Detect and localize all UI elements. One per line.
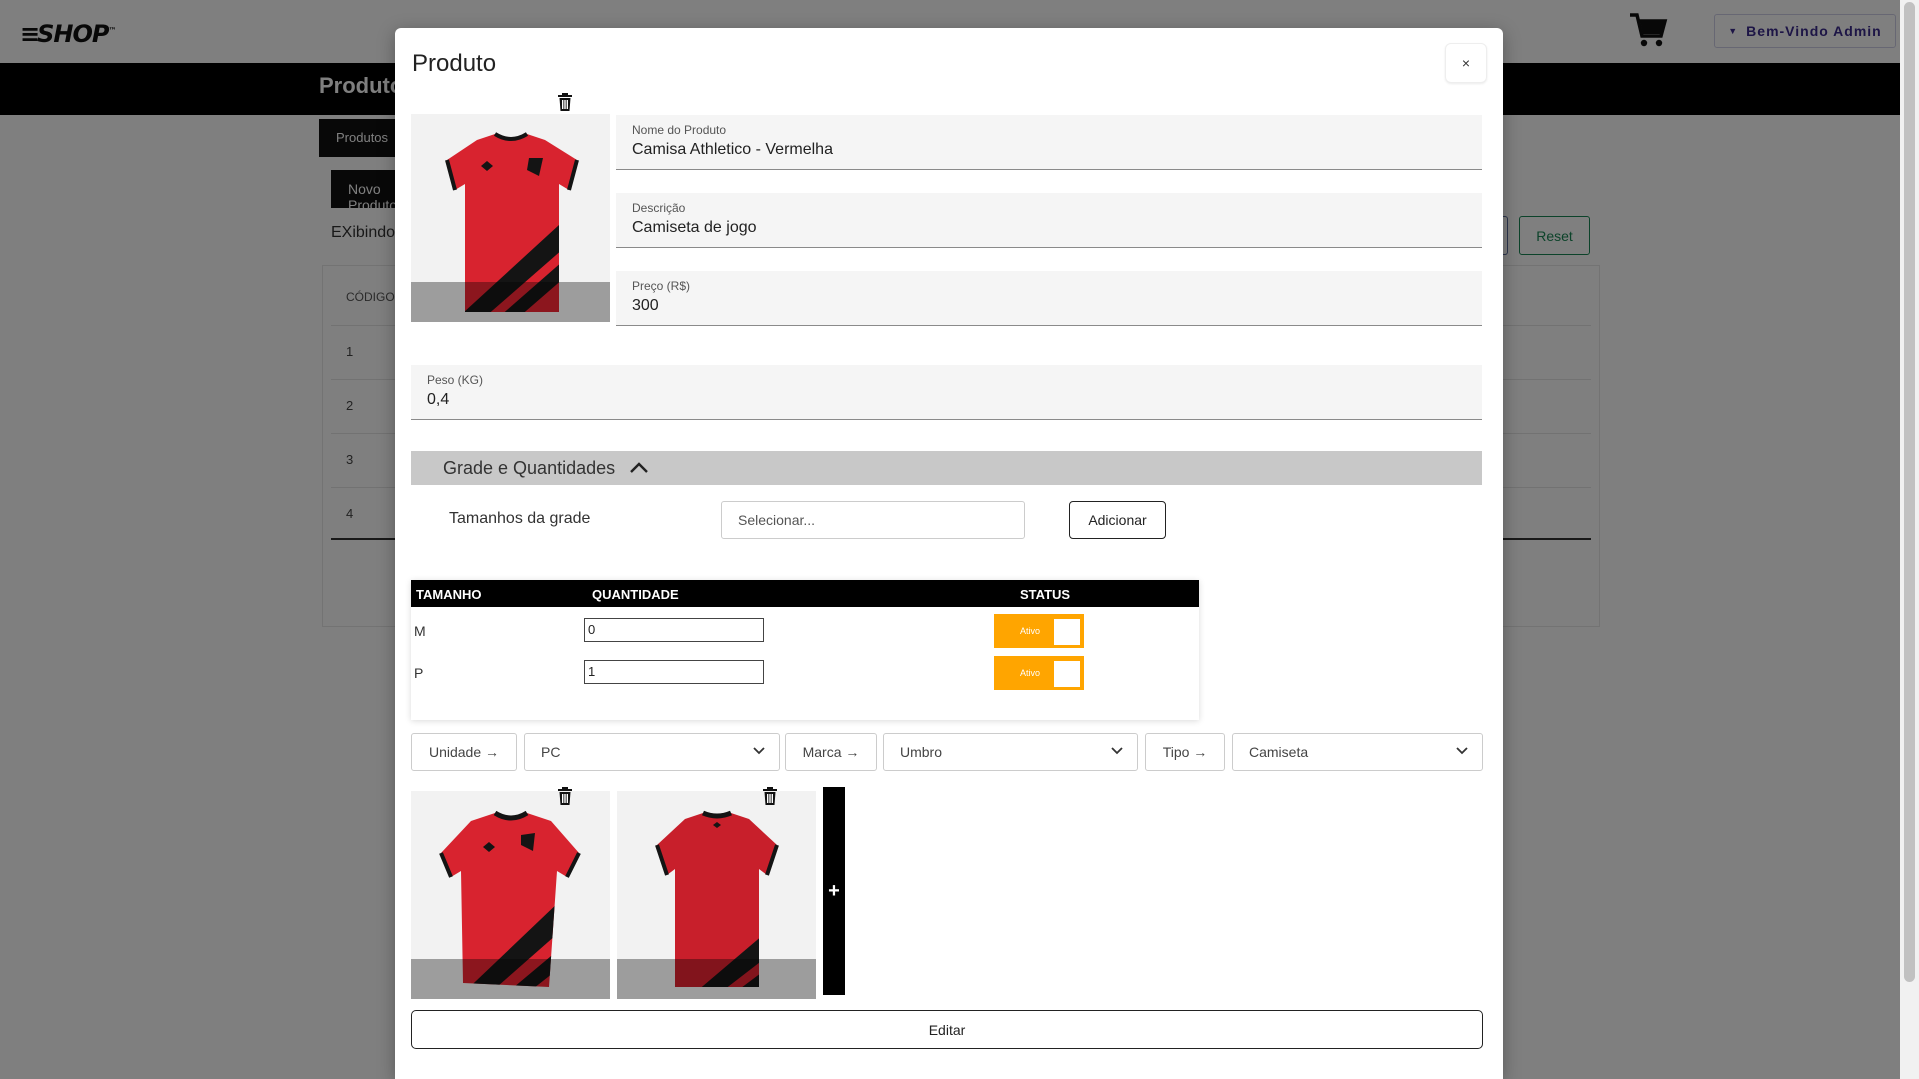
gallery-image[interactable] [411, 791, 610, 999]
chevron-down-icon [753, 747, 765, 755]
status-toggle[interactable]: Ativo [994, 614, 1084, 648]
chevron-down-icon [1111, 747, 1123, 755]
type-select-value: Camiseta [1249, 744, 1309, 760]
price-field[interactable]: Preço (R$) 300 [616, 271, 1482, 326]
header-quantity: QUANTIDADE [592, 587, 679, 602]
unit-select-value: PC [541, 744, 561, 760]
description-value: Camiseta de jogo [632, 219, 757, 236]
grade-accordion-header[interactable]: Grade e Quantidades [411, 451, 1482, 485]
modal-title: Produto [412, 50, 497, 77]
description-label: Descrição [632, 201, 686, 215]
brand-select-value: Umbro [900, 744, 943, 760]
size-value: P [414, 665, 424, 681]
type-button[interactable]: Tipo → [1145, 733, 1225, 771]
image-overlay [411, 282, 610, 322]
weight-value: 0,4 [427, 391, 450, 408]
scrollbar-thumb[interactable] [1904, 2, 1915, 982]
close-button[interactable]: × [1445, 43, 1487, 83]
description-field[interactable]: Descrição Camiseta de jogo [616, 193, 1482, 248]
size-value: M [414, 623, 426, 639]
sizes-label: Tamanhos da grade [449, 510, 591, 527]
price-value: 300 [632, 297, 659, 314]
header-size: TAMANHO [416, 587, 482, 602]
product-name-label: Nome do Produto [632, 123, 727, 137]
toggle-knob [1054, 619, 1080, 645]
trash-icon[interactable] [762, 787, 778, 805]
sizes-table: TAMANHO QUANTIDADE STATUS M 0 Ativo P 1 … [411, 580, 1199, 720]
status-label: Ativo [1020, 626, 1041, 636]
page-scrollbar[interactable] [1900, 0, 1919, 1079]
product-name-field[interactable]: Nome do Produto Camisa Athletico - Verme… [616, 115, 1482, 170]
type-select[interactable]: Camiseta [1232, 733, 1483, 771]
brand-select[interactable]: Umbro [883, 733, 1138, 771]
toggle-knob [1054, 661, 1080, 687]
price-label: Preço (R$) [632, 279, 691, 293]
product-name-value: Camisa Athletico - Vermelha [632, 141, 833, 158]
quantity-input[interactable]: 0 [584, 618, 764, 642]
add-size-button[interactable]: Adicionar [1069, 501, 1166, 539]
chevron-down-icon [1456, 747, 1468, 755]
status-toggle[interactable]: Ativo [994, 656, 1084, 690]
main-product-image[interactable] [411, 114, 610, 322]
trash-icon[interactable] [557, 787, 573, 805]
table-row: M 0 Ativo [411, 609, 1199, 649]
sizes-select[interactable]: Selecionar... [721, 501, 1025, 539]
table-row: P 1 Ativo [411, 651, 1199, 691]
trash-icon[interactable] [557, 93, 573, 111]
weight-label: Peso (KG) [427, 373, 484, 387]
sizes-table-header: TAMANHO QUANTIDADE STATUS [411, 580, 1199, 607]
chevron-up-icon [630, 462, 648, 473]
grade-title: Grade e Quantidades [443, 457, 616, 478]
image-overlay [617, 959, 816, 999]
quantity-input[interactable]: 1 [584, 660, 764, 684]
unit-select[interactable]: PC [524, 733, 780, 771]
unit-button[interactable]: Unidade → [411, 733, 517, 771]
status-label: Ativo [1020, 668, 1041, 678]
image-overlay [411, 959, 610, 999]
brand-button[interactable]: Marca → [785, 733, 877, 771]
weight-field[interactable]: Peso (KG) 0,4 [411, 365, 1482, 420]
add-image-button[interactable]: + [823, 787, 845, 995]
product-modal: Produto × Nome do Produto Camisa Athleti… [395, 28, 1503, 1079]
edit-button[interactable]: Editar [411, 1010, 1483, 1049]
header-status: STATUS [1020, 587, 1071, 602]
gallery-image[interactable] [617, 791, 816, 999]
